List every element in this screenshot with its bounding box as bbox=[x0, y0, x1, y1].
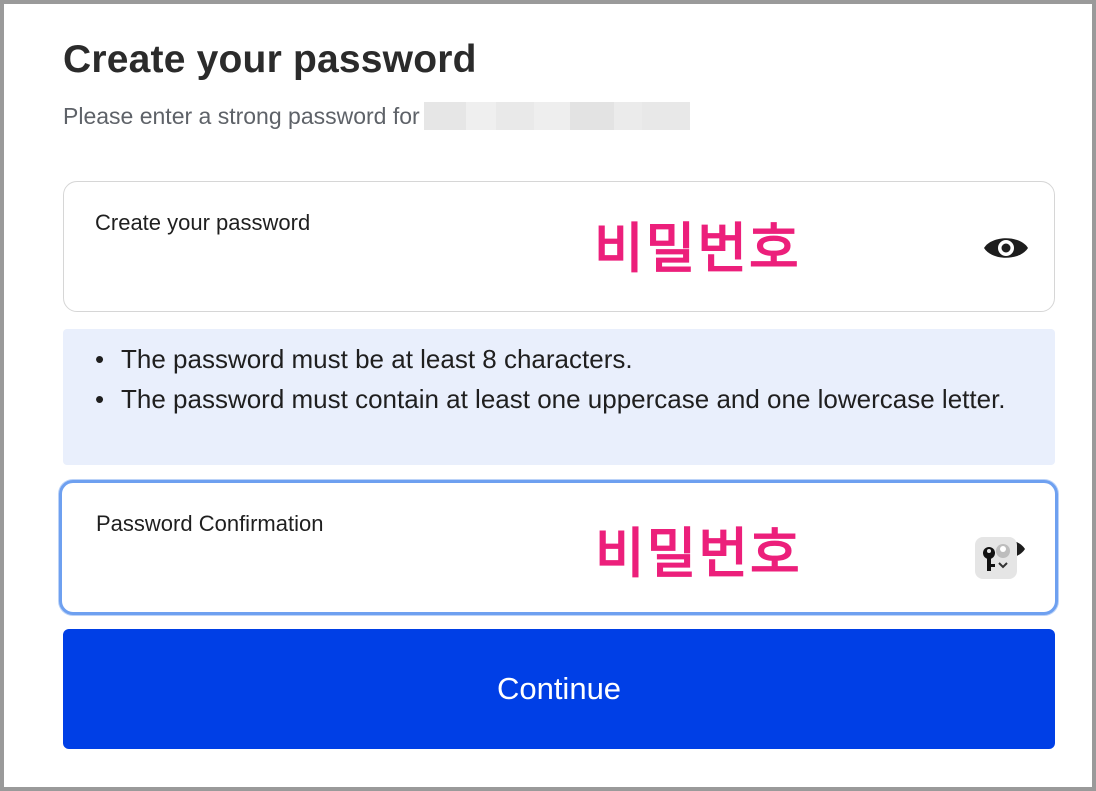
eye-icon[interactable] bbox=[982, 230, 1030, 266]
password-confirmation-input[interactable]: Password Confirmation 비밀번호 bbox=[59, 480, 1058, 615]
password-setup-dialog: Create your password Please enter a stro… bbox=[0, 0, 1096, 791]
password-requirements: The password must be at least 8 characte… bbox=[63, 329, 1055, 465]
password-confirmation-value: 비밀번호 bbox=[595, 522, 802, 585]
requirement-min-length: The password must be at least 8 characte… bbox=[95, 339, 1023, 379]
page-title: Create your password bbox=[63, 38, 477, 81]
requirement-case: The password must contain at least one u… bbox=[95, 379, 1023, 419]
password-value: 비밀번호 bbox=[594, 217, 801, 280]
keychain-icon[interactable] bbox=[975, 537, 1017, 579]
password-label: Create your password bbox=[95, 210, 311, 235]
page-subtitle: Please enter a strong password for bbox=[63, 102, 420, 129]
password-input[interactable]: Create your password 비밀번호 bbox=[63, 181, 1055, 312]
password-confirmation-label: Password Confirmation bbox=[96, 511, 324, 536]
redacted-email bbox=[423, 102, 690, 130]
continue-button[interactable]: Continue bbox=[63, 629, 1055, 749]
subtitle-row: Please enter a strong password for bbox=[63, 100, 690, 132]
